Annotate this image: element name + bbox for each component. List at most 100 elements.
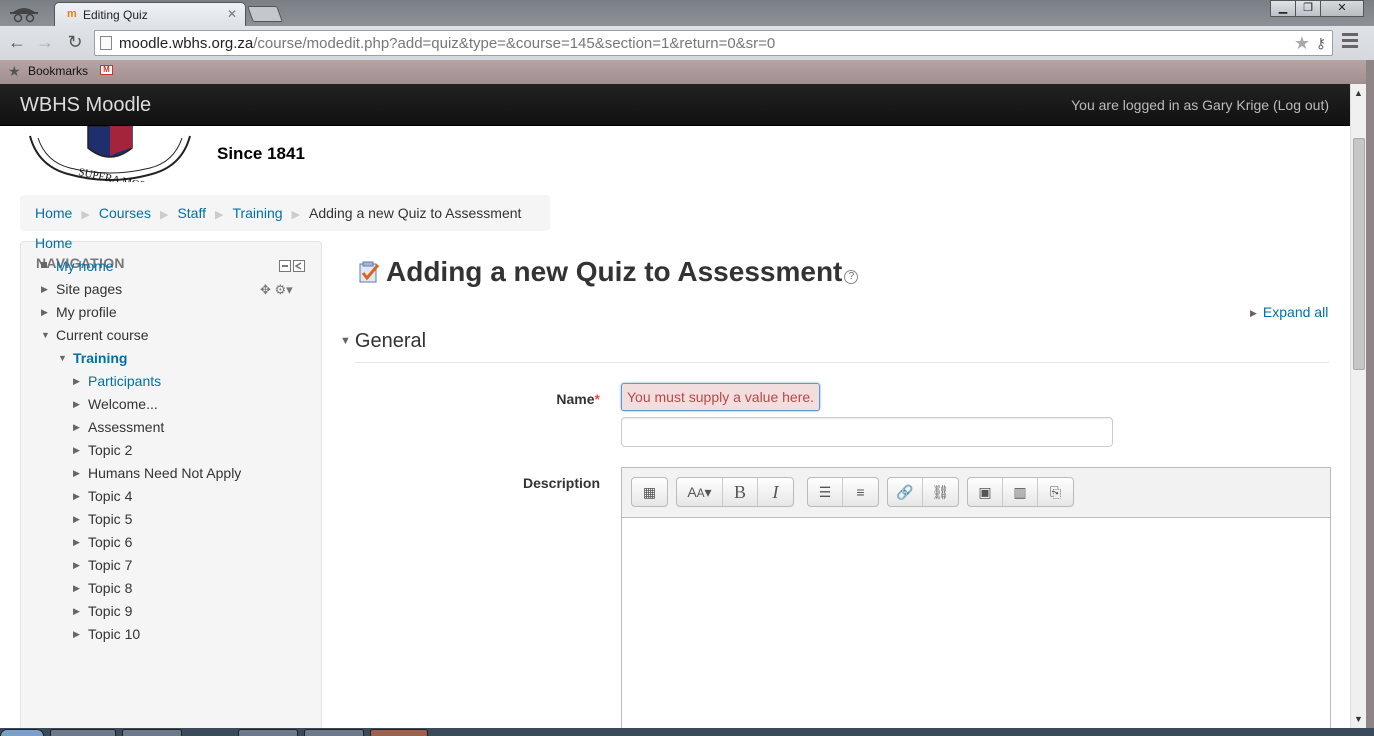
back-icon[interactable]: ← <box>6 32 28 53</box>
image-icon[interactable]: ▣ <box>968 478 1003 506</box>
help-icon[interactable]: ? <box>844 270 859 284</box>
login-info[interactable]: You are logged in as Gary Krige (Log out… <box>1071 97 1329 113</box>
collapse-arrow-icon[interactable]: ▼ <box>58 353 67 363</box>
general-section-header[interactable]: ▼ General <box>340 330 426 353</box>
expand-arrow-icon[interactable]: ▶ <box>73 560 80 571</box>
name-label: Name* <box>556 391 600 407</box>
block-dock-controls[interactable] <box>279 259 305 272</box>
scroll-down-icon[interactable]: ▼ <box>1354 714 1363 724</box>
editor-group-lists: ☰ ≡ <box>807 477 879 507</box>
page-scrollbar[interactable]: ▲ ▼ <box>1350 84 1366 728</box>
expand-arrow-icon[interactable]: ▶ <box>73 629 80 640</box>
expand-all-link[interactable]: ▶ Expand all <box>1250 304 1328 320</box>
nav-item-home[interactable]: Home <box>35 235 72 251</box>
ordered-list-icon[interactable]: ≡ <box>843 478 878 506</box>
bold-icon[interactable]: B <box>723 478 758 506</box>
site-brand[interactable]: WBHS Moodle <box>20 94 151 117</box>
block-move-settings[interactable]: ✥ ⚙▾ <box>260 282 293 298</box>
expand-arrow-icon[interactable]: ▶ <box>73 376 80 387</box>
media-icon[interactable]: ▥ <box>1003 478 1038 506</box>
breadcrumb: Home ▶ Courses ▶ Staff ▶ Training ▶ Adding a new… <box>20 195 550 231</box>
expand-arrow-icon[interactable]: ▶ <box>73 537 80 548</box>
breadcrumb-courses[interactable]: Courses <box>99 205 151 221</box>
nav-item-section[interactable]: ▶ Topic 8 <box>73 580 132 596</box>
window-close-icon[interactable]: ✕ <box>1320 0 1364 17</box>
taskbar-item[interactable] <box>238 729 298 736</box>
nav-item-section[interactable]: ▶ Topic 2 <box>73 442 132 458</box>
school-crest-logo: SUPERA MORAS <box>28 125 193 195</box>
font-style-icon[interactable]: AA▾ <box>677 478 723 506</box>
link-icon[interactable]: 🔗 <box>888 478 923 506</box>
unlink-icon[interactable]: ⛓ <box>923 478 958 506</box>
expand-arrow-icon[interactable]: ▶ <box>73 583 80 594</box>
taskbar-item[interactable] <box>122 729 182 736</box>
italic-icon[interactable]: I <box>758 478 793 506</box>
gmail-icon[interactable]: M <box>100 65 113 75</box>
browser-tab[interactable]: m Editing Quiz ✕ <box>54 2 246 26</box>
nav-item-current-course[interactable]: ▼ Current course <box>41 327 149 343</box>
nav-item-my-profile[interactable]: ▶ My profile <box>41 304 117 320</box>
description-label: Description <box>522 475 600 491</box>
nav-item-participants[interactable]: ▶ Participants <box>73 373 161 389</box>
scroll-up-icon[interactable]: ▲ <box>1354 88 1363 98</box>
taskbar-item[interactable] <box>370 729 428 736</box>
taskbar-item[interactable] <box>50 729 116 736</box>
address-bar[interactable]: moodle.wbhs.org.za/course/modedit.php?ad… <box>94 30 1333 56</box>
nav-item-section[interactable]: ▶ Topic 9 <box>73 603 132 619</box>
nav-item-section[interactable]: ▶ Topic 10 <box>73 626 140 642</box>
nav-item-section[interactable]: ▶ Topic 5 <box>73 511 132 527</box>
expand-arrow-icon[interactable]: ▶ <box>41 307 48 318</box>
expand-arrow-icon[interactable]: ▶ <box>41 284 48 295</box>
nav-item-my-home[interactable]: My home <box>41 258 114 274</box>
description-editor[interactable]: ▦ AA▾ B I ☰ ≡ 🔗 ⛓ ▣ ▥ ⎘ <box>621 467 1331 728</box>
nav-item-section[interactable]: ▶ Humans Need Not Apply <box>73 465 241 481</box>
nav-item-section[interactable]: ▶ Welcome... <box>73 396 158 412</box>
expand-arrow-icon[interactable]: ▶ <box>73 468 80 479</box>
restore-icon[interactable]: ❐ <box>1295 0 1321 17</box>
editor-group-toggle: ▦ <box>631 477 668 507</box>
nav-item-training[interactable]: ▼ Training <box>58 350 127 366</box>
expand-arrow-icon[interactable]: ▶ <box>73 445 80 456</box>
bookmarks-star-icon: ★ <box>8 63 21 79</box>
start-button[interactable] <box>0 729 44 736</box>
new-tab-button[interactable] <box>247 6 283 22</box>
name-field[interactable] <box>621 417 1113 447</box>
unordered-list-icon[interactable]: ☰ <box>808 478 843 506</box>
bookmarks-label[interactable]: Bookmarks <box>28 64 88 78</box>
editor-group-links: 🔗 ⛓ <box>887 477 959 507</box>
nav-item-section[interactable]: ▶ Topic 7 <box>73 557 132 573</box>
nav-item-section[interactable]: ▶ Assessment <box>73 419 164 435</box>
quiz-icon <box>358 258 380 283</box>
move-icon[interactable]: ✥ <box>260 282 271 297</box>
breadcrumb-home[interactable]: Home <box>35 205 72 221</box>
expand-arrow-icon[interactable]: ▶ <box>73 491 80 502</box>
extension-icon[interactable]: ⚷ <box>1316 35 1326 52</box>
taskbar-item[interactable] <box>304 729 364 736</box>
tab-close-icon[interactable]: ✕ <box>227 7 237 21</box>
minimize-icon[interactable]: ▁ <box>1270 0 1296 17</box>
bookmarks-bar: ★ Bookmarks M <box>0 60 1374 84</box>
editor-group-media: ▣ ▥ ⎘ <box>967 477 1074 507</box>
expand-arrow-icon[interactable]: ▶ <box>73 399 80 410</box>
breadcrumb-staff[interactable]: Staff <box>177 205 206 221</box>
expand-arrow-icon[interactable]: ▶ <box>73 606 80 617</box>
nav-item-site-pages[interactable]: ▶ Site pages <box>41 281 122 297</box>
bookmark-star-icon[interactable]: ★ <box>1294 33 1310 54</box>
nav-item-section[interactable]: ▶ Topic 6 <box>73 534 132 550</box>
breadcrumb-separator-icon: ▶ <box>214 209 224 221</box>
scrollbar-thumb[interactable] <box>1353 138 1365 370</box>
nav-item-section[interactable]: ▶ Topic 4 <box>73 488 132 504</box>
forward-icon[interactable]: → <box>34 32 56 53</box>
browser-titlebar: m Editing Quiz ✕ ▁ ❐ ✕ <box>0 0 1374 26</box>
expand-arrow-icon[interactable]: ▶ <box>73 514 80 525</box>
chrome-menu-icon[interactable] <box>1342 33 1358 49</box>
breadcrumb-training[interactable]: Training <box>232 205 282 221</box>
expand-arrow-icon[interactable]: ▶ <box>73 422 80 433</box>
gear-icon[interactable]: ⚙▾ <box>275 282 293 297</box>
manage-files-icon[interactable]: ⎘ <box>1038 478 1073 506</box>
collapse-arrow-icon[interactable]: ▼ <box>41 330 50 340</box>
reload-icon[interactable]: ↻ <box>64 32 86 53</box>
toolbar-toggle-icon[interactable]: ▦ <box>632 478 667 506</box>
url-text[interactable]: moodle.wbhs.org.za/course/modedit.php?ad… <box>119 35 775 52</box>
breadcrumb-separator-icon: ▶ <box>291 209 300 221</box>
